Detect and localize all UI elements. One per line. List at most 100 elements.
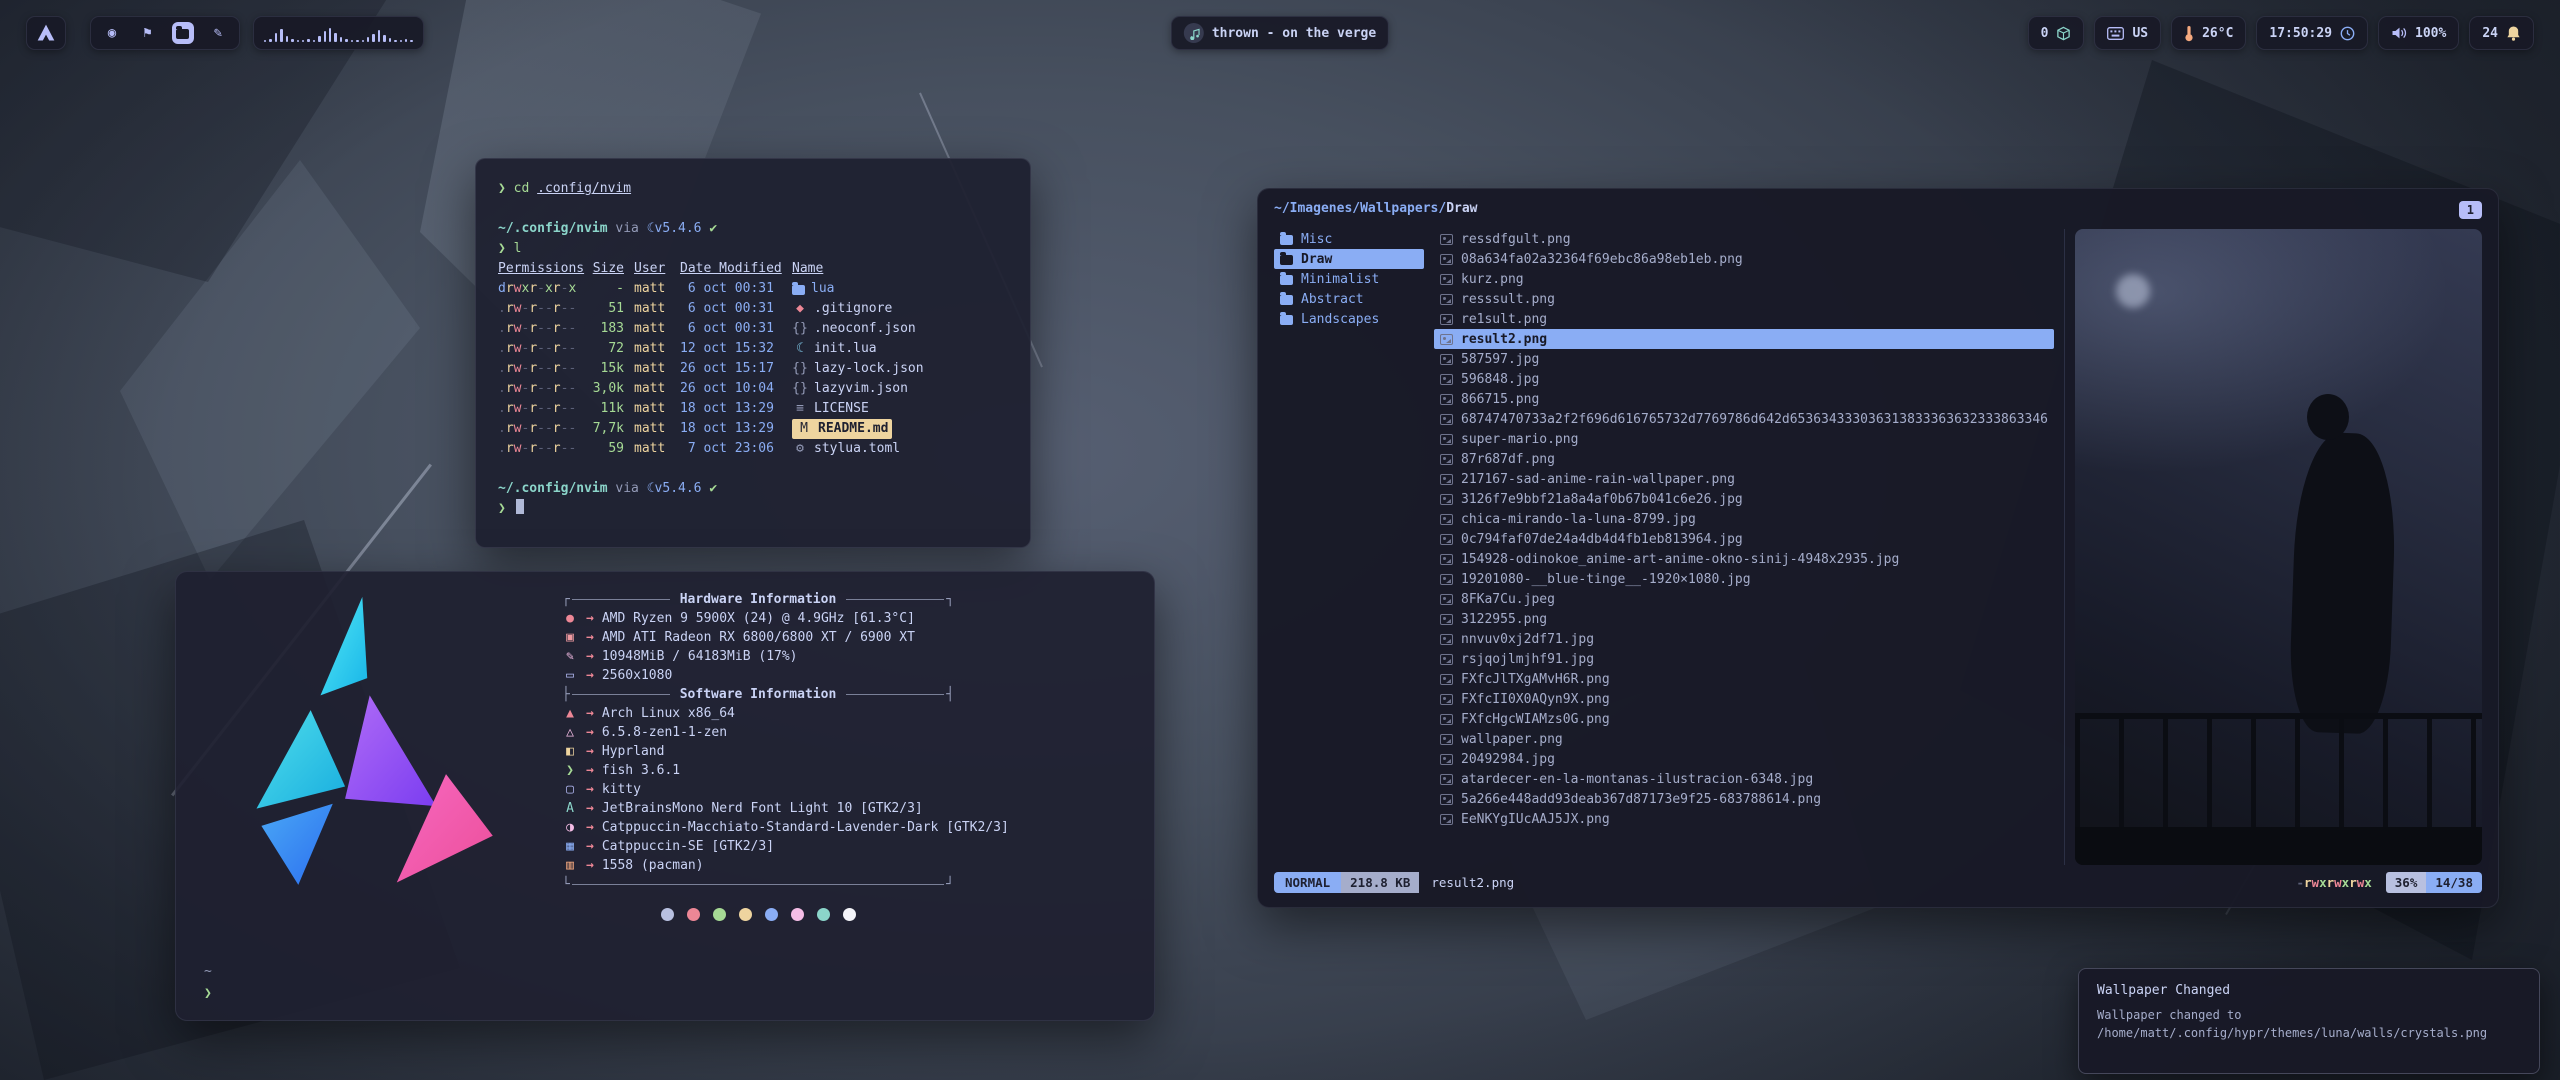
arch-crystal-logo <box>216 592 516 912</box>
file-item[interactable]: 68747470733a2f2f696d616765732d7769786d64… <box>1434 409 2054 429</box>
file-item[interactable]: ressdfgult.png <box>1434 229 2054 249</box>
file-item[interactable]: wallpaper.png <box>1434 729 2054 749</box>
volume-widget[interactable]: 100% <box>2378 16 2459 50</box>
image-icon <box>1440 594 1453 605</box>
directory-item[interactable]: Landscapes <box>1274 309 1424 329</box>
file-item[interactable]: re1sult.png <box>1434 309 2054 329</box>
image-icon <box>1440 354 1453 365</box>
prompt-via: via <box>615 481 638 496</box>
folder-icon <box>1280 315 1293 325</box>
notification-title: Wallpaper Changed <box>2097 983 2521 998</box>
status-bar: NORMAL 218.8 KB result2.png -rwxrwxrwx 3… <box>1274 869 2482 895</box>
path-current: Draw <box>1446 201 1477 216</box>
info-row: ◧→Hyprland <box>562 742 954 761</box>
file-item[interactable]: chica-mirando-la-luna-8799.jpg <box>1434 509 2054 529</box>
file-item[interactable]: 0c794faf07de24a4db4d4fb1eb813964.jpg <box>1434 529 2054 549</box>
file-entry: .rw-r--r--3,0kmatt26 oct 10:04{}lazyvim.… <box>498 379 1008 399</box>
pencil-icon: ✎ <box>210 25 226 41</box>
color-palette <box>562 908 954 921</box>
file-item[interactable]: 3126f7e9bbf21a8a4af0b67b041c6e26.jpg <box>1434 489 2054 509</box>
workspace-button-1[interactable]: ◉ <box>101 22 123 44</box>
file-item[interactable]: 19201080-__blue-tinge__-1920×1080.jpg <box>1434 569 2054 589</box>
arrow-icon: → <box>586 628 594 647</box>
file-item[interactable]: 154928-odinokoe_anime-art-anime-okno-sin… <box>1434 549 2054 569</box>
image-icon <box>1440 274 1453 285</box>
image-icon <box>1440 374 1453 385</box>
workspace-button-3[interactable] <box>172 22 194 44</box>
file-size: 218.8 KB <box>1341 872 1419 893</box>
file-item[interactable]: EeNKYgIUcAAJ5JX.png <box>1434 809 2054 829</box>
directory-item[interactable]: Misc <box>1274 229 1424 249</box>
file-item[interactable]: resssult.png <box>1434 289 2054 309</box>
file-item[interactable]: FXfcJlTXgAMvH6R.png <box>1434 669 2054 689</box>
file-item[interactable]: atardecer-en-la-montanas-ilustracion-634… <box>1434 769 2054 789</box>
visualizer-bar <box>340 37 342 42</box>
os-icon: ▲ <box>562 704 578 723</box>
lua-icon: ☾ <box>647 481 655 496</box>
directory-item[interactable]: Draw <box>1274 249 1424 269</box>
prompt-via: via <box>615 221 638 236</box>
file-item[interactable]: 08a634fa02a32364f69ebc86a98eb1eb.png <box>1434 249 2054 269</box>
info-row: △→6.5.8-zen1-1-zen <box>562 723 954 742</box>
file-item[interactable]: 587597.jpg <box>1434 349 2054 369</box>
workspace-button-2[interactable]: ⚑ <box>136 22 158 44</box>
file-item[interactable]: 5a266e448add93deab367d87173e9f25-6837886… <box>1434 789 2054 809</box>
image-icon <box>1440 654 1453 665</box>
image-icon <box>1440 734 1453 745</box>
path-prefix: ~/Imagenes/Wallpapers/ <box>1274 201 1446 216</box>
file-item[interactable]: nnvuv0xj2df71.jpg <box>1434 629 2054 649</box>
text-cursor[interactable] <box>516 499 524 514</box>
file-item[interactable]: kurz.png <box>1434 269 2054 289</box>
image-icon <box>1440 754 1453 765</box>
audio-visualizer[interactable] <box>253 16 424 50</box>
ls-header-size: Size <box>590 259 634 279</box>
directory-item[interactable]: Abstract <box>1274 289 1424 309</box>
palette-dot <box>817 908 830 921</box>
software-section-header: ├Software Information┤ <box>562 685 954 704</box>
file-item[interactable]: super-mario.png <box>1434 429 2054 449</box>
lua-icon: ☾ <box>647 221 655 236</box>
file-item[interactable]: rsjqojlmjhf91.jpg <box>1434 649 2054 669</box>
arch-logo-icon <box>36 23 56 43</box>
updates-widget[interactable]: 0 <box>2028 16 2085 50</box>
file-item[interactable]: 87r687df.png <box>1434 449 2054 469</box>
palette-dot <box>791 908 804 921</box>
image-preview <box>2075 229 2482 865</box>
visualizer-bar <box>362 40 364 42</box>
clock-widget[interactable]: 17:50:29 <box>2256 16 2368 50</box>
file-item[interactable]: 8FKa7Cu.jpeg <box>1434 589 2054 609</box>
file-entry: .rw-r--r--15kmatt26 oct 15:17{}lazy-lock… <box>498 359 1008 379</box>
file-item[interactable]: FXfcHgcWIAMzs0G.png <box>1434 709 2054 729</box>
file-item[interactable]: FXfcII0X0AQyn9X.png <box>1434 689 2054 709</box>
terminal-window[interactable]: ❯ cd .config/nvim ~/.config/nvim via ☾v5… <box>475 158 1031 548</box>
workspace-button-4[interactable]: ✎ <box>207 22 229 44</box>
fetch-window[interactable]: ┌Hardware Information┐ ●→AMD Ryzen 9 590… <box>175 571 1155 1021</box>
file-item[interactable]: result2.png <box>1434 329 2054 349</box>
info-row: ◑→Catppuccin-Macchiato-Standard-Lavender… <box>562 818 954 837</box>
image-icon <box>1440 794 1453 805</box>
file-permissions: -rwxrwxrwx <box>2296 875 2371 890</box>
file-manager-window[interactable]: ~/Imagenes/Wallpapers/Draw 1 MiscDrawMin… <box>1257 188 2499 908</box>
file-item[interactable]: 596848.jpg <box>1434 369 2054 389</box>
tab-badge[interactable]: 1 <box>2459 201 2482 219</box>
file-item[interactable]: 866715.png <box>1434 389 2054 409</box>
launcher-button[interactable] <box>26 16 66 50</box>
gear-icon: ⚙ <box>792 439 808 459</box>
workspace-switcher: ◉ ⚑ ✎ <box>90 16 240 50</box>
temperature-widget[interactable]: 26°C <box>2171 16 2246 50</box>
image-icon <box>1440 494 1453 505</box>
file-item[interactable]: 3122955.png <box>1434 609 2054 629</box>
keyboard-layout-widget[interactable]: US <box>2094 16 2161 50</box>
directory-item[interactable]: Minimalist <box>1274 269 1424 289</box>
hardware-title: Hardware Information <box>672 590 845 609</box>
file-item[interactable]: 217167-sad-anime-rain-wallpaper.png <box>1434 469 2054 489</box>
gpu-icon: ▣ <box>562 628 578 647</box>
arrow-icon: → <box>586 818 594 837</box>
info-row: ▢→kitty <box>562 780 954 799</box>
notification-popup[interactable]: Wallpaper Changed Wallpaper changed to /… <box>2078 968 2540 1074</box>
notifications-widget[interactable]: 24 <box>2469 16 2534 50</box>
file-item[interactable]: 20492984.jpg <box>1434 749 2054 769</box>
image-icon <box>1440 774 1453 785</box>
media-widget[interactable]: thrown - on the verge <box>1171 16 1389 50</box>
keyboard-icon <box>2107 27 2124 40</box>
